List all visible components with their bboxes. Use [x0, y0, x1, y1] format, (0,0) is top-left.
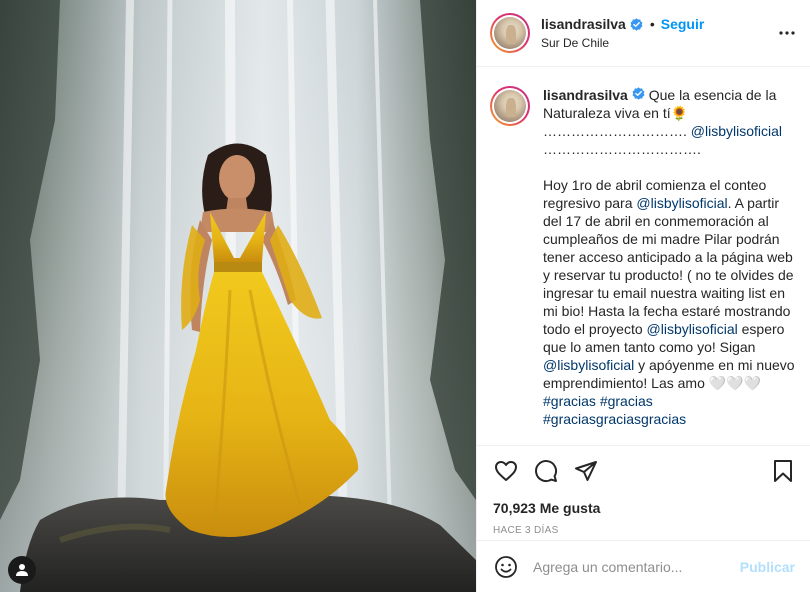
waterfall-photo-illustration	[0, 0, 476, 592]
share-icon[interactable]	[573, 458, 599, 484]
avatar[interactable]	[490, 13, 530, 53]
post-side-panel: lisandrasilva • Seguir Sur De Chile lisa…	[476, 0, 810, 592]
verified-badge-icon	[630, 17, 643, 31]
heart-icon[interactable]	[493, 458, 519, 484]
separator-dot: •	[649, 16, 655, 32]
caption-username-link[interactable]: lisandrasilva	[543, 87, 628, 103]
comment-bar: Publicar	[477, 540, 810, 592]
comment-icon[interactable]	[533, 458, 559, 484]
bookmark-icon[interactable]	[770, 458, 796, 484]
verified-badge-icon	[632, 87, 645, 100]
username-link[interactable]: lisandrasilva	[541, 16, 626, 32]
mention-link[interactable]: @lisbylisoficial	[691, 123, 782, 139]
hashtag-link[interactable]: #gracias	[543, 393, 596, 409]
post-header: lisandrasilva • Seguir Sur De Chile	[477, 0, 810, 67]
mention-link[interactable]: @lisbylisoficial	[647, 321, 738, 337]
caption-scroll-area[interactable]: lisandrasilva Que la esencia de la Natur…	[477, 68, 810, 445]
location-link[interactable]: Sur De Chile	[541, 36, 704, 50]
more-options-icon[interactable]	[778, 24, 796, 42]
caption-body: Que la esencia de la Naturaleza viva en …	[543, 87, 798, 427]
user-tag-icon[interactable]	[8, 556, 36, 584]
mention-link[interactable]: @lisbylisoficial	[636, 195, 727, 211]
caption-comment: lisandrasilva Que la esencia de la Natur…	[490, 86, 796, 428]
post-actions: 70,923 Me gusta HACE 3 DÍAS	[477, 445, 810, 536]
caption-avatar[interactable]	[490, 86, 530, 126]
hashtag-link[interactable]: #gracias	[600, 393, 653, 409]
caption-text: lisandrasilva Que la esencia de la Natur…	[543, 86, 795, 428]
emoji-icon[interactable]	[493, 554, 519, 580]
likes-count[interactable]: 70,923 Me gusta	[493, 500, 796, 516]
hashtag-link[interactable]: #graciasgraciasgracias	[543, 411, 686, 427]
follow-button[interactable]: Seguir	[661, 16, 705, 32]
mention-link[interactable]: @lisbylisoficial	[543, 357, 634, 373]
comment-input[interactable]	[533, 558, 740, 575]
post-photo[interactable]	[0, 0, 476, 592]
caption-text-segment: . A partir del 17 de abril en conmemorac…	[543, 195, 798, 337]
post-timestamp[interactable]: HACE 3 DÍAS	[493, 525, 796, 536]
publish-button[interactable]: Publicar	[740, 559, 795, 575]
